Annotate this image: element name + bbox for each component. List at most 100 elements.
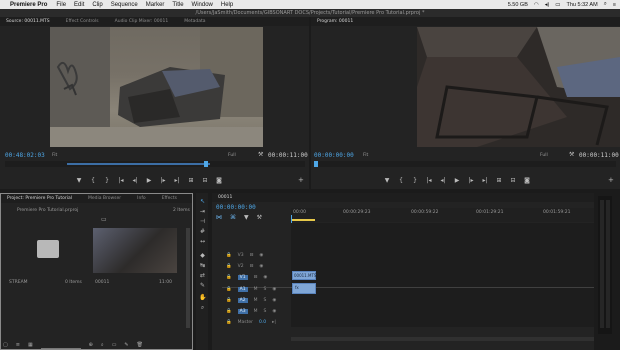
track-lock-icon[interactable]: 🔒 [226,309,232,314]
voiceover-icon[interactable]: ◉ [272,298,276,303]
source-fit-select[interactable]: Fit [52,153,57,158]
work-area-bar[interactable] [291,219,315,221]
lock-icon[interactable]: ▢ [3,342,8,349]
linked-selection-icon[interactable]: ⌘ [230,214,236,221]
track-lock-icon[interactable]: 🔒 [226,298,232,303]
add-marker-icon[interactable]: ▼ [244,214,249,221]
new-item-button[interactable]: ✎ [124,342,128,349]
slip-tool-icon[interactable]: ↹ [199,262,206,269]
program-scrubber[interactable] [314,161,616,167]
menu-help[interactable]: Help [221,2,233,8]
track-header-a1[interactable]: 🔒 A1 M S ◉ [226,285,291,294]
selection-tool-icon[interactable]: ↖ [199,198,206,205]
eye-icon[interactable]: ◉ [259,264,263,269]
export-frame-icon[interactable]: ◙ [216,177,222,184]
hand-tool-icon[interactable]: ✋ [199,294,206,301]
bin-item-stream[interactable]: STREAM 0 Items [7,228,87,288]
list-view-icon[interactable]: ≡ [16,342,20,349]
rolling-edit-tool-icon[interactable]: # [199,228,206,235]
zoom-slider[interactable] [40,342,81,349]
new-bin-icon[interactable]: ▭ [101,216,107,223]
tab-media-browser[interactable]: Media Browser [88,196,121,201]
menu-clip[interactable]: Clip [92,2,102,8]
go-to-out-icon[interactable]: ▸| [174,177,180,184]
clock[interactable]: Thu 5:32 AM [567,2,598,8]
mark-in-icon[interactable]: { [90,177,96,184]
icon-view-icon[interactable]: ▦ [28,342,33,349]
program-export-frame-icon[interactable]: ◙ [524,177,530,184]
menu-marker[interactable]: Marker [146,2,165,8]
program-step-back-icon[interactable]: ◂| [440,177,446,184]
master-volume[interactable]: 0.0 [259,320,266,325]
tab-sequence[interactable]: 00011 [218,195,232,200]
voiceover-icon[interactable]: ◉ [272,287,276,292]
track-lock-icon[interactable]: 🔒 [226,275,232,280]
menu-sequence[interactable]: Sequence [111,2,138,8]
program-marker-icon[interactable]: ▼ [384,177,390,184]
tab-info[interactable]: Info [137,196,146,201]
tab-effects[interactable]: Effects [162,196,177,201]
snap-icon[interactable]: ⋈ [216,214,222,221]
program-playhead[interactable] [314,161,318,167]
sync-lock-icon[interactable]: ⊟ [250,264,254,269]
program-fit-select[interactable]: Fit [363,153,368,158]
track-header-v1[interactable]: 🔒 V1 ⊟ ◉ [226,273,291,282]
track-header-master[interactable]: 🔒 Master 0.0 ▸| [226,318,296,327]
step-forward-icon[interactable]: |▸ [160,177,166,184]
timeline-scroll-bottom[interactable] [291,337,594,341]
program-extract-icon[interactable]: ⊟ [510,177,516,184]
tab-program[interactable]: Program: 00011 [317,19,353,24]
tab-metadata[interactable]: Metadata [184,19,205,24]
program-lift-icon[interactable]: ⊞ [496,177,502,184]
tab-project[interactable]: Project: Premiere Pro Tutorial [7,196,72,201]
program-timecode[interactable]: 00:00:00:00 [314,152,354,159]
source-playhead[interactable] [204,161,208,167]
insert-icon[interactable]: ⊞ [188,177,194,184]
track-header-a3[interactable]: 🔒 A3 M S ◉ [226,307,291,316]
solo-icon[interactable]: S [263,287,266,292]
program-add-button[interactable]: + [608,176,614,184]
track-header-v2[interactable]: 🔒 V2 ⊟ ◉ [226,262,291,271]
track-lock-icon[interactable]: 🔒 [226,253,232,258]
mute-icon[interactable]: M [254,287,258,292]
track-header-v3[interactable]: 🔒 V3 ⊟ ◉ [226,251,291,260]
tab-effect-controls[interactable]: Effect Controls [66,19,99,24]
program-wrench-icon[interactable]: ⚒ [569,151,574,158]
tab-audio-clip-mixer[interactable]: Audio Clip Mixer: 00011 [115,19,169,24]
step-back-icon[interactable]: ◂| [132,177,138,184]
source-video[interactable] [50,27,263,147]
program-go-to-in-icon[interactable]: |◂ [426,177,432,184]
menu-window[interactable]: Window [192,2,213,8]
mute-icon[interactable]: M [254,298,258,303]
slide-tool-icon[interactable]: ⇄ [199,272,206,279]
track-lock-icon[interactable]: 🔒 [226,287,232,292]
video-clip[interactable]: 00011.MTS [292,271,316,280]
timeline-timecode[interactable]: 00:00:00:00 [216,204,256,211]
timeline-ruler[interactable]: 00:00 00:00:29:23 00:00:59:22 00:01:29:2… [291,208,594,222]
track-select-tool-icon[interactable]: ⇥ [199,208,206,215]
program-quality-select[interactable]: Full [540,153,548,158]
app-menu[interactable]: Premiere Pro [10,2,47,8]
program-go-to-out-icon[interactable]: ▸| [482,177,488,184]
solo-icon[interactable]: S [263,298,266,303]
project-scrollbar[interactable] [186,228,190,328]
voiceover-icon[interactable]: ◉ [272,309,276,314]
razor-tool-icon[interactable]: ◆ [199,252,206,259]
bin-item-clip[interactable]: 00011 11:00 [93,228,179,288]
play-icon[interactable]: ▶ [146,177,152,184]
list-icon[interactable]: ≡ [613,2,616,8]
program-step-forward-icon[interactable]: |▸ [468,177,474,184]
source-timecode[interactable]: 00:48:02:03 [5,152,45,159]
timeline-settings-icon[interactable]: ⚒ [257,214,262,221]
go-to-end-icon[interactable]: ▸| [272,320,276,325]
eye-icon[interactable]: ◉ [259,253,263,258]
go-to-in-icon[interactable]: |◂ [118,177,124,184]
sync-lock-icon[interactable]: ⊟ [250,253,254,258]
menu-file[interactable]: File [56,2,66,8]
menu-edit[interactable]: Edit [74,2,84,8]
solo-icon[interactable]: S [263,309,266,314]
search-icon[interactable]: ⌕ [604,1,607,8]
volume-icon[interactable]: ◂) [545,2,550,8]
find-icon[interactable]: ⌕ [101,342,104,349]
battery-icon[interactable]: ▭ [555,2,560,8]
